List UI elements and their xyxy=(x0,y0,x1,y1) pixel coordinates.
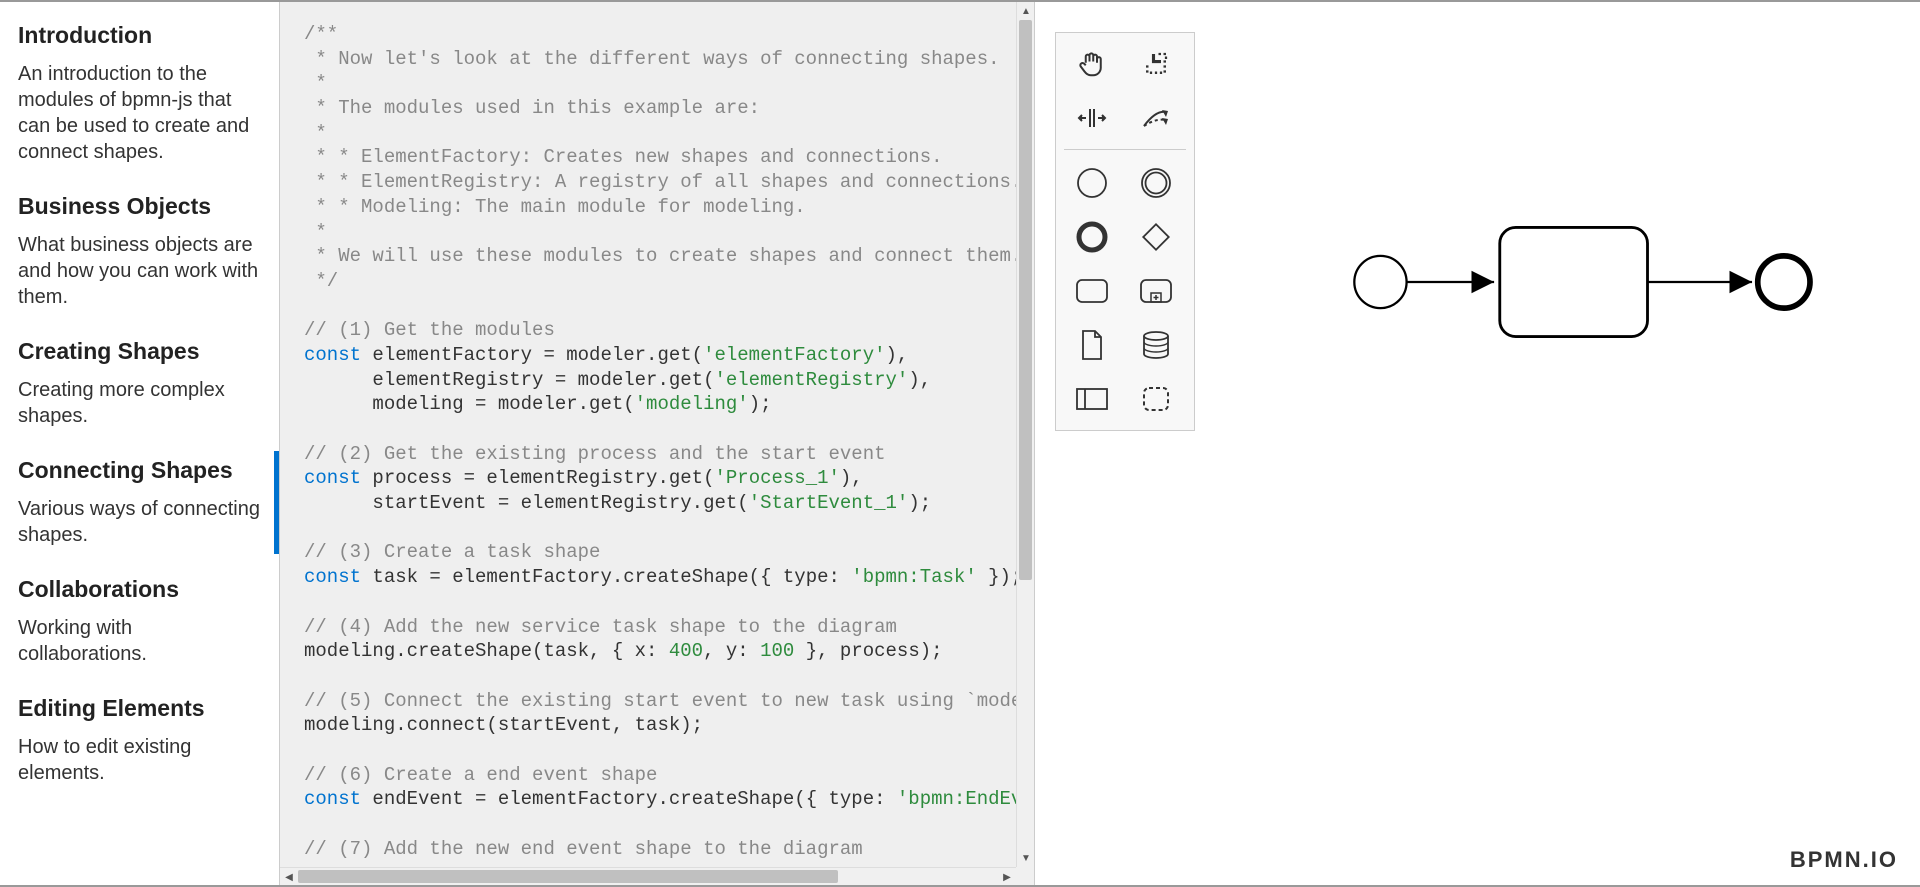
intermediate-event-tool[interactable] xyxy=(1128,160,1184,206)
sidebar-item-title: Introduction xyxy=(18,22,261,49)
participant-tool[interactable] xyxy=(1064,376,1120,422)
subprocess-icon xyxy=(1138,276,1174,306)
sidebar-item-title: Business Objects xyxy=(18,193,261,220)
scroll-right-icon[interactable]: ▶ xyxy=(998,868,1016,886)
sidebar: Introduction An introduction to the modu… xyxy=(0,2,279,885)
task-tool[interactable] xyxy=(1064,268,1120,314)
global-connect-tool[interactable] xyxy=(1128,95,1184,141)
vertical-scroll-thumb[interactable] xyxy=(1019,20,1032,580)
scroll-left-icon[interactable]: ◀ xyxy=(280,868,298,886)
vertical-scrollbar[interactable]: ▲ ▼ xyxy=(1016,2,1034,867)
scroll-up-icon[interactable]: ▲ xyxy=(1017,2,1035,20)
sidebar-item-collaborations[interactable]: Collaborations Working with collaboratio… xyxy=(18,576,261,667)
palette xyxy=(1055,32,1195,431)
lasso-icon xyxy=(1141,49,1171,79)
palette-divider xyxy=(1064,149,1186,150)
circle-thin-icon xyxy=(1075,166,1109,200)
sidebar-item-title: Creating Shapes xyxy=(18,338,261,365)
diamond-icon xyxy=(1139,220,1173,254)
data-object-tool[interactable] xyxy=(1064,322,1120,368)
sidebar-item-introduction[interactable]: Introduction An introduction to the modu… xyxy=(18,22,261,165)
sidebar-item-description: Creating more complex shapes. xyxy=(18,377,261,429)
participant-icon xyxy=(1074,385,1110,413)
scroll-down-icon[interactable]: ▼ xyxy=(1017,849,1035,867)
code-content[interactable]: /** * Now let's look at the different wa… xyxy=(280,2,1034,881)
end-event-tool[interactable] xyxy=(1064,214,1120,260)
app-root: Introduction An introduction to the modu… xyxy=(0,0,1920,887)
sidebar-item-description: What business objects are and how you ca… xyxy=(18,232,261,310)
sidebar-item-editing-elements[interactable]: Editing Elements How to edit existing el… xyxy=(18,695,261,786)
bpmn-diagram[interactable] xyxy=(1335,202,1835,362)
canvas-panel[interactable]: BPMN.IO xyxy=(1035,2,1920,885)
data-object-icon xyxy=(1078,328,1106,362)
space-icon xyxy=(1076,103,1108,133)
data-store-tool[interactable] xyxy=(1128,322,1184,368)
brand-logo[interactable]: BPMN.IO xyxy=(1790,847,1898,873)
gateway-tool[interactable] xyxy=(1128,214,1184,260)
group-icon xyxy=(1140,384,1172,414)
lasso-tool[interactable] xyxy=(1128,41,1184,87)
end-event-shape[interactable] xyxy=(1758,256,1810,308)
code-panel: /** * Now let's look at the different wa… xyxy=(279,2,1035,885)
sidebar-item-connecting-shapes[interactable]: Connecting Shapes Various ways of connec… xyxy=(18,457,261,548)
connect-icon xyxy=(1140,103,1172,133)
subprocess-tool[interactable] xyxy=(1128,268,1184,314)
hand-tool[interactable] xyxy=(1064,41,1120,87)
space-tool[interactable] xyxy=(1064,95,1120,141)
circle-thick-icon xyxy=(1075,220,1109,254)
sidebar-item-description: Various ways of connecting shapes. xyxy=(18,496,261,548)
horizontal-scrollbar[interactable]: ◀ ▶ xyxy=(280,867,1016,885)
horizontal-scroll-thumb[interactable] xyxy=(298,870,838,883)
data-store-icon xyxy=(1140,329,1172,361)
sidebar-item-description: An introduction to the modules of bpmn-j… xyxy=(18,61,261,165)
sidebar-item-title: Editing Elements xyxy=(18,695,261,722)
sidebar-item-creating-shapes[interactable]: Creating Shapes Creating more complex sh… xyxy=(18,338,261,429)
group-tool[interactable] xyxy=(1128,376,1184,422)
start-event-tool[interactable] xyxy=(1064,160,1120,206)
rounded-rect-icon xyxy=(1074,276,1110,306)
code-scroll[interactable]: /** * Now let's look at the different wa… xyxy=(280,2,1034,885)
sidebar-item-description: How to edit existing elements. xyxy=(18,734,261,786)
task-shape[interactable] xyxy=(1500,227,1648,336)
start-event-shape[interactable] xyxy=(1354,256,1406,308)
sidebar-item-description: Working with collaborations. xyxy=(18,615,261,667)
sidebar-item-title: Collaborations xyxy=(18,576,261,603)
sidebar-item-business-objects[interactable]: Business Objects What business objects a… xyxy=(18,193,261,310)
scroll-corner xyxy=(1016,867,1034,885)
sidebar-item-title: Connecting Shapes xyxy=(18,457,261,484)
hand-icon xyxy=(1077,49,1107,79)
circle-double-icon xyxy=(1139,166,1173,200)
